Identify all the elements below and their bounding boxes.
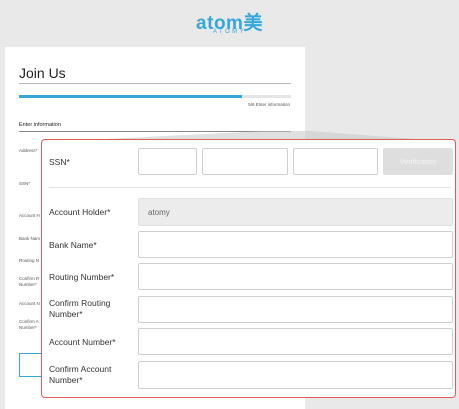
ssn-part3-input[interactable]	[293, 148, 378, 175]
ssn-part2-input[interactable]	[202, 148, 288, 175]
routing-number-label: Routing Number*	[49, 272, 115, 282]
confirm-routing-label-line2: Number*	[49, 309, 83, 319]
account-holder-value: atomy	[148, 208, 170, 217]
account-holder-input[interactable]: atomy	[138, 198, 453, 226]
account-number-input[interactable]	[138, 328, 453, 355]
bank-name-input[interactable]	[138, 231, 453, 258]
confirm-account-label-line1: Confirm Account	[49, 364, 112, 374]
panel-divider	[49, 187, 451, 188]
account-holder-label: Account Holder*	[49, 207, 111, 217]
bank-name-label: Bank Name*	[49, 240, 97, 250]
confirm-account-label: Confirm Account Number*	[49, 364, 111, 386]
ssn-label: SSN*	[49, 157, 70, 167]
confirm-account-label-line2: Number*	[49, 375, 83, 385]
routing-number-input[interactable]	[138, 263, 453, 290]
confirm-routing-label-line1: Confirm Routing	[49, 298, 111, 308]
account-number-label: Account Number*	[49, 337, 116, 347]
verification-button[interactable]: Verification	[383, 148, 453, 175]
confirm-routing-label: Confirm Routing Number*	[49, 298, 110, 320]
confirm-account-input[interactable]	[138, 361, 453, 389]
confirm-routing-input[interactable]	[138, 296, 453, 323]
zoomed-bank-info-panel: SSN* Verification Account Holder* atomy …	[41, 139, 456, 398]
ssn-part1-input[interactable]	[138, 148, 197, 175]
